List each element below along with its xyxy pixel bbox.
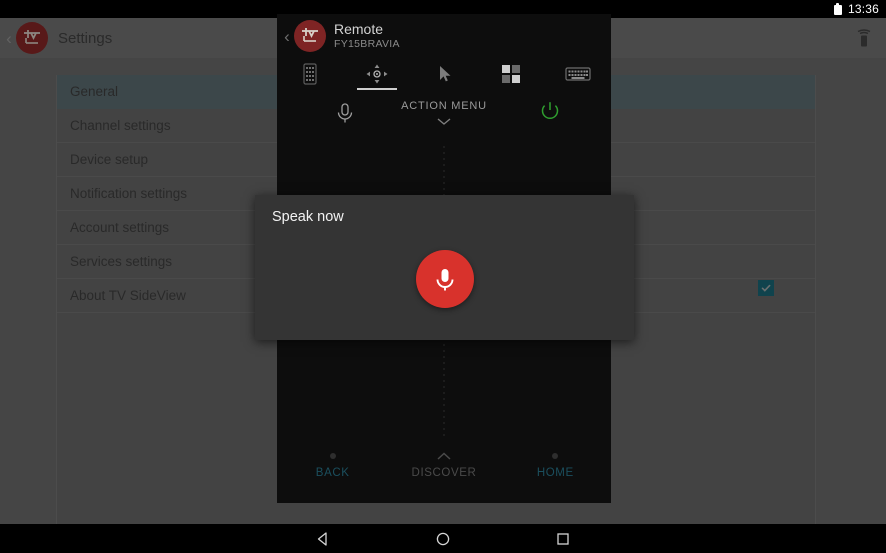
keyboard-icon xyxy=(564,67,591,81)
remote-back-button[interactable]: BACK xyxy=(277,435,388,479)
tab-numeric-keypad[interactable] xyxy=(277,58,344,90)
quad-tiles-icon xyxy=(501,65,520,83)
speak-now-dialog: Speak now xyxy=(255,195,634,340)
circle-home-icon xyxy=(436,532,450,545)
tv-sideview-logo-icon[interactable] xyxy=(294,20,326,52)
status-bar-clock: 13:36 xyxy=(847,2,879,16)
battery-icon xyxy=(833,3,842,15)
microphone-icon xyxy=(436,269,453,291)
chevron-left-icon[interactable]: ‹ xyxy=(280,28,294,45)
chevron-up-icon xyxy=(434,450,454,461)
numeric-keypad-icon xyxy=(303,63,317,85)
remote-bottom-bar: BACK DISCOVER HOME xyxy=(277,435,611,479)
nav-recents-button[interactable] xyxy=(503,524,623,553)
tab-keyboard[interactable] xyxy=(544,58,611,90)
dialog-microphone-button[interactable] xyxy=(415,250,474,308)
nav-home-button[interactable] xyxy=(383,524,503,553)
remote-discover-button[interactable]: DISCOVER xyxy=(388,435,499,479)
tab-quad-tiles[interactable] xyxy=(477,58,544,90)
tab-dpad[interactable] xyxy=(344,58,411,90)
tab-cursor-pointer[interactable] xyxy=(411,58,478,90)
remote-discover-label: DISCOVER xyxy=(411,467,477,479)
remote-back-label: BACK xyxy=(315,467,350,479)
square-recents-icon xyxy=(557,532,569,545)
triangle-back-icon xyxy=(317,531,327,546)
remote-device-name: FY15BRAVIA xyxy=(334,37,400,50)
nav-back-button[interactable] xyxy=(263,524,383,553)
power-icon[interactable] xyxy=(539,100,561,122)
remote-title: Remote xyxy=(334,20,384,37)
dialog-title: Speak now xyxy=(272,209,344,225)
screen-root: 13:36 ‹ Settings General Channel setting… xyxy=(0,0,886,553)
remote-header: ‹ Remote FY15BRAVIA xyxy=(277,14,611,58)
android-nav-bar xyxy=(0,524,886,553)
dpad-icon xyxy=(366,64,388,84)
remote-home-button[interactable]: HOME xyxy=(500,435,611,479)
remote-home-label: HOME xyxy=(536,467,574,479)
dot-icon xyxy=(552,450,559,461)
remote-tab-bar xyxy=(277,58,611,90)
cursor-pointer-icon xyxy=(439,66,451,82)
remote-action-row: ACTION MENU xyxy=(277,90,611,140)
dot-icon xyxy=(329,450,336,461)
